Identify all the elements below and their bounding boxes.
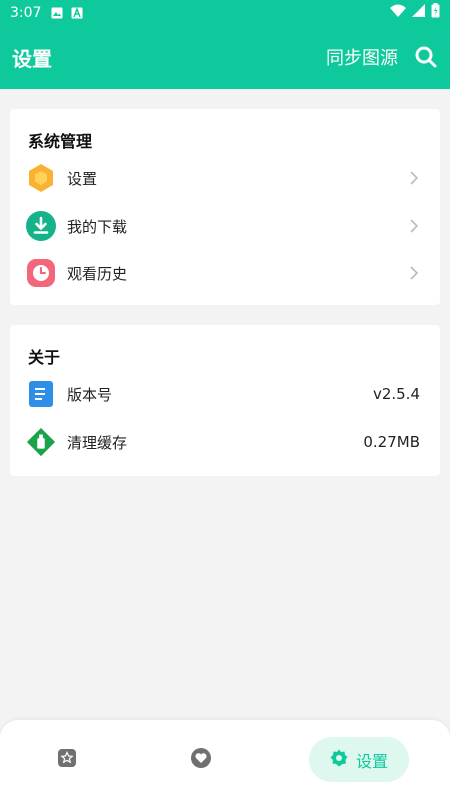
bottom-navigation: 设置 (0, 720, 450, 800)
wifi-icon (390, 4, 406, 21)
system-management-card: 系统管理 设置 我的下载 观看历史 (10, 109, 440, 305)
about-section-title: 关于 (28, 348, 61, 367)
nav-settings-tab[interactable]: 设置 (309, 737, 409, 782)
nav-favorites-tab[interactable] (55, 748, 79, 772)
version-label: 版本号 (67, 385, 113, 404)
nav-settings-label: 设置 (355, 751, 388, 771)
version-value: v2.5.4 (372, 385, 420, 403)
settings-label: 设置 (67, 169, 98, 188)
signal-icon (412, 4, 425, 21)
heart-icon (190, 747, 212, 773)
chevron-right-icon (408, 218, 420, 234)
broom-icon (26, 427, 56, 457)
image-notification-icon (51, 7, 63, 19)
my-downloads-row[interactable]: 我的下载 (10, 204, 440, 248)
chevron-right-icon (408, 265, 420, 281)
clock-icon (26, 258, 56, 288)
app-notification-icon (71, 6, 83, 19)
gear-icon (330, 749, 348, 771)
version-row: 版本号 v2.5.4 (10, 372, 440, 416)
battery-icon (431, 3, 440, 22)
status-bar: 3:07 (0, 0, 450, 25)
clear-cache-label: 清理缓存 (67, 433, 128, 452)
watch-history-row[interactable]: 观看历史 (10, 251, 440, 295)
settings-row[interactable]: 设置 (10, 156, 440, 200)
page-title: 设置 (12, 46, 52, 71)
clear-cache-row[interactable]: 清理缓存 0.27MB (10, 420, 440, 464)
search-icon[interactable] (414, 45, 438, 69)
sync-source-button[interactable]: 同步图源 (326, 44, 398, 70)
star-square-icon (57, 748, 77, 772)
app-bar: 设置 同步图源 (0, 25, 450, 89)
watch-history-label: 观看历史 (67, 264, 128, 283)
cache-size-value: 0.27MB (363, 433, 420, 451)
nav-likes-tab[interactable] (189, 748, 213, 772)
my-downloads-label: 我的下载 (67, 217, 128, 236)
status-time: 3:07 (10, 4, 42, 21)
about-card: 关于 版本号 v2.5.4 清理缓存 0.27MB (10, 325, 440, 476)
chevron-right-icon (408, 170, 420, 186)
status-right (390, 3, 440, 22)
system-section-title: 系统管理 (28, 132, 93, 151)
download-icon (26, 211, 56, 241)
document-icon (26, 379, 56, 409)
hexagon-settings-icon (26, 163, 56, 193)
